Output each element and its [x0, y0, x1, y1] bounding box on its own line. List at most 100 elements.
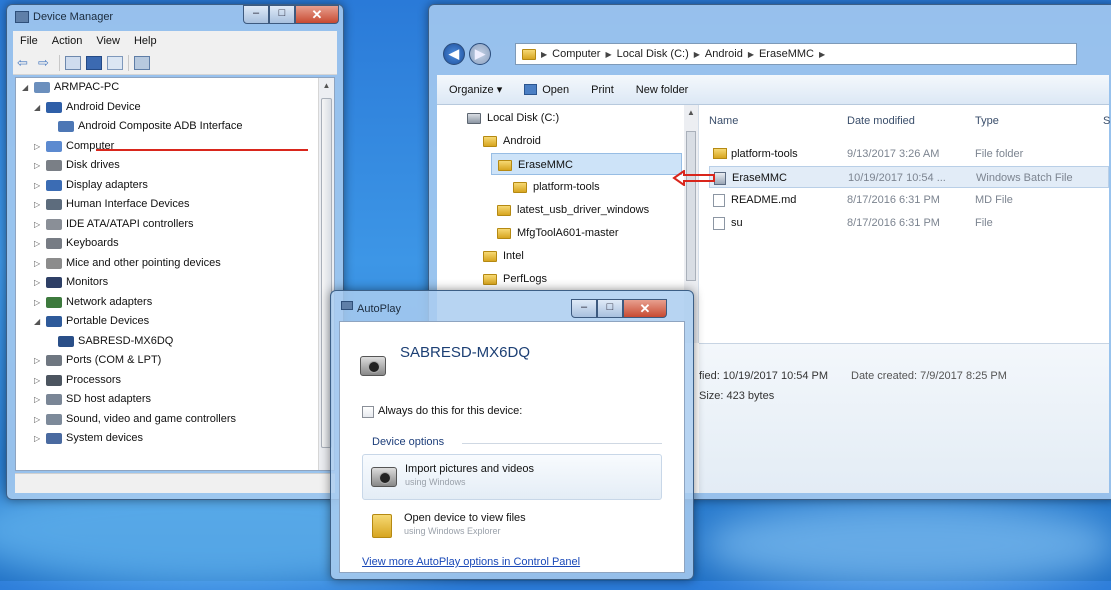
collapse-arrow-icon[interactable]: ▷ — [34, 254, 42, 274]
file-name: README.md — [731, 194, 797, 206]
device-tree[interactable]: ◢ ARMPAC-PC ◢ Android Device Android Composi… — [15, 77, 335, 471]
maximize-button[interactable]: □ — [597, 299, 623, 318]
explorer-titlebar[interactable] — [429, 5, 1111, 31]
file-row[interactable]: README.md 8/17/2016 6:31 PM MD File — [709, 189, 1109, 211]
device-tree-item[interactable]: ▷ Disk drives — [16, 156, 334, 176]
open-button[interactable]: Open — [524, 84, 569, 96]
file-row[interactable]: su 8/17/2016 6:31 PM File — [709, 212, 1109, 234]
scan-hardware-icon[interactable] — [134, 55, 150, 70]
collapse-arrow-icon[interactable]: ▷ — [34, 176, 42, 196]
device-manager-titlebar[interactable]: Device Manager – □ ✕ — [7, 5, 343, 31]
nav-tree-item[interactable]: PerfLogs — [477, 268, 682, 290]
device-tree-item[interactable]: ▷ Ports (COM & LPT) — [16, 351, 334, 371]
file-row[interactable]: EraseMMC 10/19/2017 10:54 ... Windows Batc… — [709, 166, 1109, 188]
nav-tree-item[interactable]: Local Disk (C:) — [461, 107, 682, 129]
scrollbar-thumb[interactable] — [686, 131, 696, 281]
file-date: 8/17/2016 6:31 PM — [847, 217, 940, 229]
folder-icon — [497, 227, 511, 239]
collapse-arrow-icon[interactable]: ▷ — [34, 215, 42, 235]
breadcrumb-erasemmc[interactable]: EraseMMC — [759, 48, 814, 60]
scroll-up-icon[interactable]: ▲ — [684, 105, 698, 121]
open-icon — [524, 84, 538, 96]
option-subtitle: using Windows — [405, 477, 466, 487]
device-tree-item[interactable]: ▷ Monitors — [16, 273, 334, 293]
nav-tree-item[interactable]: MfgToolA601-master — [491, 222, 682, 244]
device-tree-item[interactable]: ◢ Portable Devices — [16, 312, 334, 332]
maximize-button[interactable]: □ — [269, 5, 295, 24]
import-pictures-option[interactable]: Import pictures and videos using Windows — [362, 454, 662, 500]
back-button[interactable]: ◀ — [443, 43, 465, 65]
device-tree-item[interactable]: ◢ Android Device — [16, 98, 334, 118]
close-button[interactable]: ✕ — [295, 5, 339, 24]
column-header-size[interactable]: S — [1103, 115, 1110, 127]
nav-tree-item[interactable]: Android — [477, 130, 682, 152]
network-icon — [46, 296, 62, 308]
collapse-arrow-icon[interactable]: ▷ — [34, 371, 42, 391]
always-label[interactable]: Always do this for this device: — [378, 405, 522, 417]
nav-tree-item[interactable]: EraseMMC — [491, 153, 682, 175]
collapse-arrow-icon[interactable]: ▷ — [34, 234, 42, 254]
collapse-arrow-icon[interactable]: ▷ — [34, 410, 42, 430]
help-icon[interactable] — [86, 55, 102, 70]
device-tree-item[interactable]: ▷ Network adapters — [16, 293, 334, 313]
device-tree-label: Sound, video and game controllers — [66, 412, 236, 425]
device-tree-item[interactable]: ▷ Mice and other pointing devices — [16, 254, 334, 274]
new-folder-button[interactable]: New folder — [636, 84, 689, 96]
device-tree-item[interactable]: ◢ ARMPAC-PC — [16, 78, 334, 98]
expand-arrow-icon[interactable]: ◢ — [22, 78, 30, 98]
autoplay-titlebar[interactable]: AutoPlay – □ ✕ — [331, 291, 693, 318]
collapse-arrow-icon[interactable]: ▷ — [34, 429, 42, 449]
collapse-arrow-icon[interactable]: ▷ — [34, 137, 42, 157]
open-device-option[interactable]: Open device to view files using Windows … — [362, 504, 662, 550]
expand-arrow-icon[interactable]: ◢ — [34, 312, 42, 332]
address-bar[interactable]: ▶ Computer ▶ Local Disk (C:) ▶ Android ▶… — [515, 43, 1077, 65]
nav-tree-item[interactable]: latest_usb_driver_windows — [491, 199, 682, 221]
device-tree-item[interactable]: ▷ Processors — [16, 371, 334, 391]
collapse-arrow-icon[interactable]: ▷ — [34, 156, 42, 176]
breadcrumb-local-disk[interactable]: Local Disk (C:) — [617, 48, 689, 60]
system-icon — [46, 433, 62, 444]
collapse-arrow-icon[interactable]: ▷ — [34, 293, 42, 313]
phone-icon — [58, 121, 74, 132]
column-header-type[interactable]: Type — [975, 115, 999, 127]
properties-icon[interactable] — [65, 55, 81, 70]
forward-button[interactable]: ▶ — [469, 43, 491, 65]
menu-view[interactable]: View — [89, 35, 127, 47]
device-tree-item[interactable]: ▷ SD host adapters — [16, 390, 334, 410]
always-checkbox[interactable] — [362, 406, 374, 418]
menu-help[interactable]: Help — [127, 35, 164, 47]
device-tree-item[interactable]: SABRESD-MX6DQ — [16, 332, 334, 352]
file-row[interactable]: platform-tools 9/13/2017 3:26 AM File fold… — [709, 143, 1109, 165]
minimize-button[interactable]: – — [243, 5, 269, 24]
view-icon[interactable] — [107, 55, 123, 70]
device-tree-item[interactable]: ▷ Sound, video and game controllers — [16, 410, 334, 430]
column-header-date[interactable]: Date modified — [847, 115, 915, 127]
organize-button[interactable]: Organize ▾ — [449, 83, 502, 96]
collapse-arrow-icon[interactable]: ▷ — [34, 351, 42, 371]
device-tree-item[interactable]: ▷ System devices — [16, 429, 334, 449]
back-arrow-icon[interactable]: ⇦ — [17, 55, 33, 70]
menu-file[interactable]: File — [13, 35, 45, 47]
breadcrumb-computer[interactable]: Computer — [552, 48, 600, 60]
print-button[interactable]: Print — [591, 84, 614, 96]
menu-action[interactable]: Action — [45, 35, 90, 47]
nav-tree-item[interactable]: platform-tools — [507, 176, 682, 198]
breadcrumb-android[interactable]: Android — [705, 48, 743, 60]
device-tree-item[interactable]: Android Composite ADB Interface — [16, 117, 334, 137]
collapse-arrow-icon[interactable]: ▷ — [34, 390, 42, 410]
forward-arrow-icon[interactable]: ⇨ — [38, 55, 54, 70]
collapse-arrow-icon[interactable]: ▷ — [34, 273, 42, 293]
device-tree-item[interactable]: ▷ Computer — [16, 137, 334, 157]
scroll-up-icon[interactable]: ▲ — [319, 78, 334, 94]
collapse-arrow-icon[interactable]: ▷ — [34, 195, 42, 215]
device-tree-item[interactable]: ▷ IDE ATA/ATAPI controllers — [16, 215, 334, 235]
more-autoplay-options-link[interactable]: View more AutoPlay options in Control Pa… — [362, 556, 580, 568]
close-button[interactable]: ✕ — [623, 299, 667, 318]
minimize-button[interactable]: – — [571, 299, 597, 318]
nav-tree-item[interactable]: Intel — [477, 245, 682, 267]
device-tree-item[interactable]: ▷ Keyboards — [16, 234, 334, 254]
device-tree-item[interactable]: ▷ Display adapters — [16, 176, 334, 196]
device-tree-item[interactable]: ▷ Human Interface Devices — [16, 195, 334, 215]
column-header-name[interactable]: Name — [709, 115, 738, 127]
expand-arrow-icon[interactable]: ◢ — [34, 98, 42, 118]
